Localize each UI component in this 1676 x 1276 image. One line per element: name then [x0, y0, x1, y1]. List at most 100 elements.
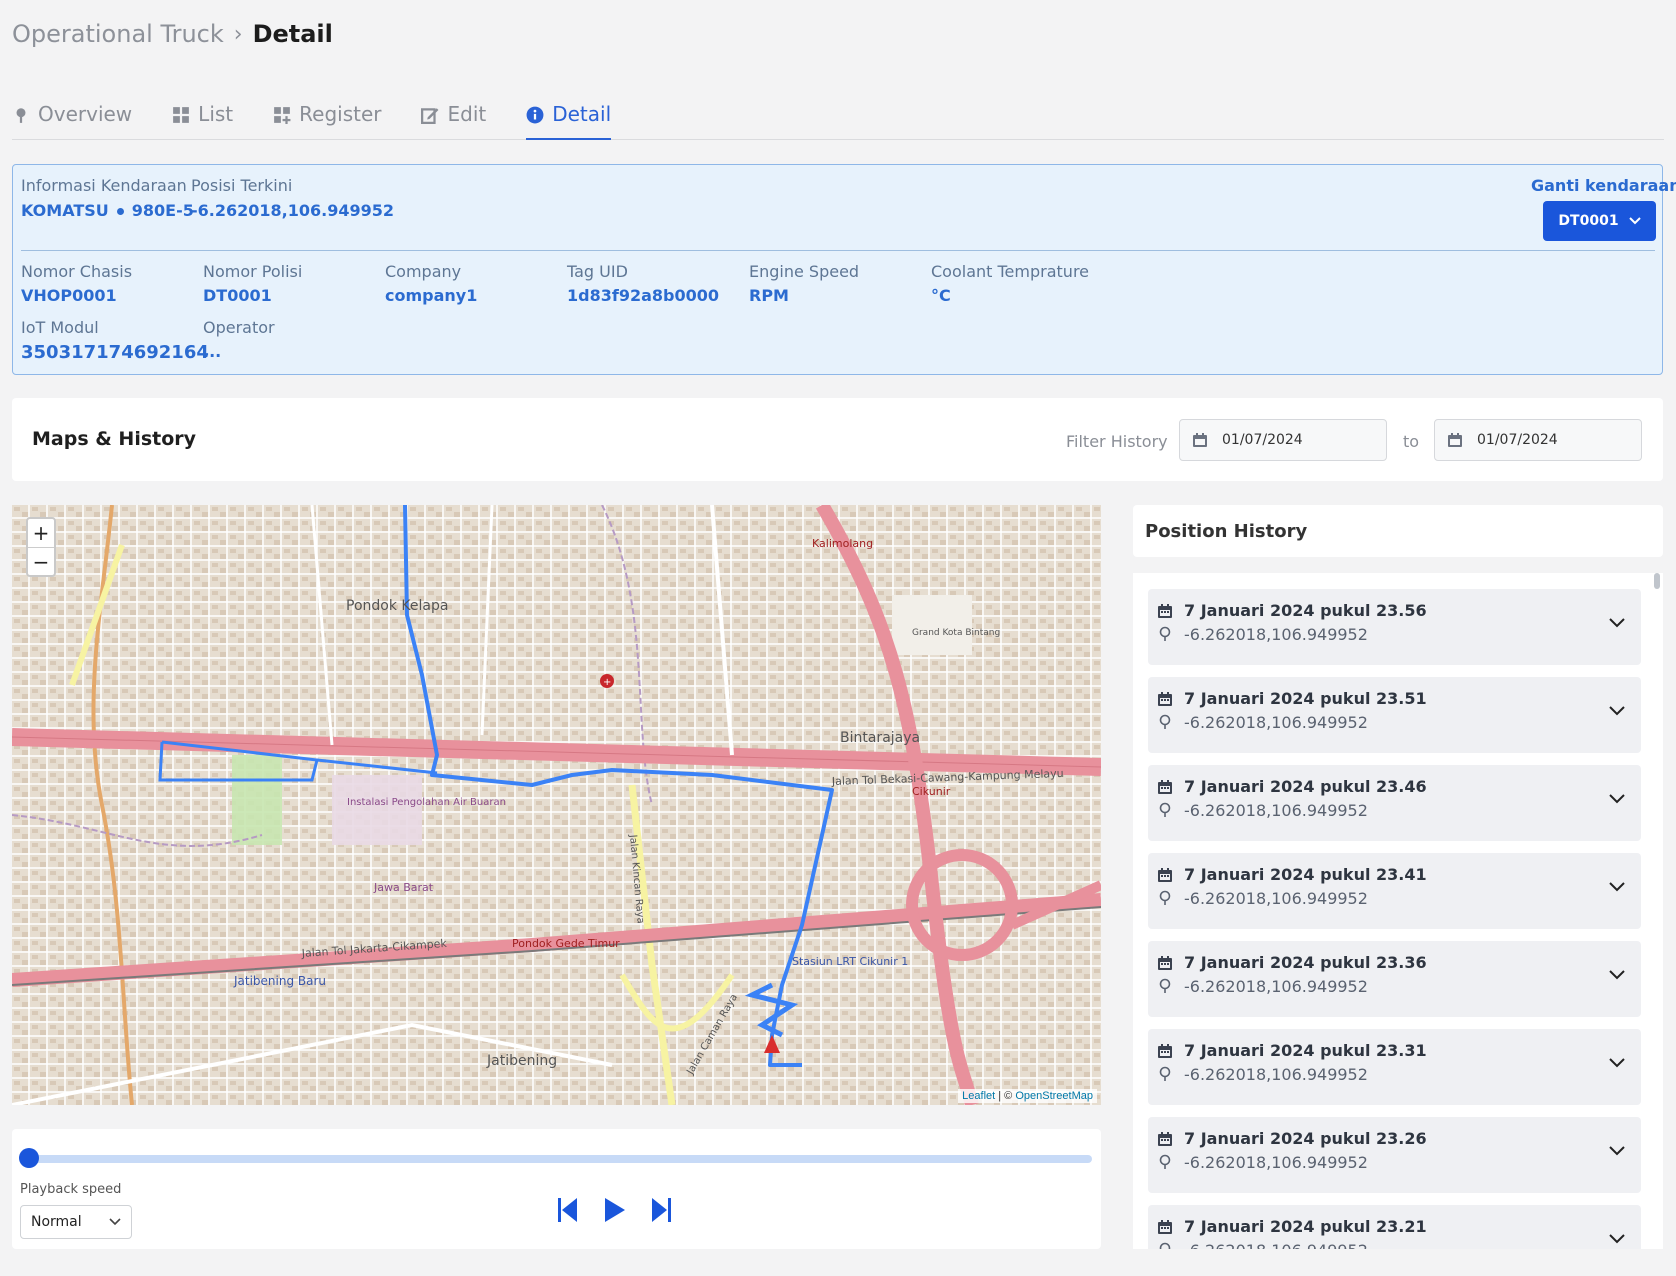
chevron-down-icon[interactable] [1608, 793, 1626, 805]
map-pin-icon [1159, 890, 1171, 905]
field-value: ... [203, 342, 222, 361]
list-item[interactable]: 7 Januari 2024 pukul 23.36 -6.262018,106.… [1148, 941, 1641, 1017]
chevron-down-icon[interactable] [1608, 1057, 1626, 1069]
skip-back-icon[interactable] [557, 1197, 579, 1223]
chevron-down-icon[interactable] [1608, 969, 1626, 981]
date-from-value: 01/07/2024 [1222, 432, 1303, 448]
playback-panel: Playback speed Normal [12, 1129, 1101, 1249]
field-label: Engine Speed [749, 262, 860, 281]
chevron-down-icon[interactable] [1608, 881, 1626, 893]
history-coordinate: -6.262018,106.949952 [1184, 1153, 1368, 1172]
vehicle-select-dropdown[interactable]: DT0001 [1543, 201, 1656, 241]
list-item[interactable]: 7 Januari 2024 pukul 23.51 -6.262018,106.… [1148, 677, 1641, 753]
field-label: Company [385, 262, 462, 281]
field-label: IoT Modul [21, 318, 99, 337]
maps-history-title: Maps & History [32, 428, 197, 450]
vehicle-info-card: Informasi Kendaraan KOMATSU 980E-5 Posisi… [12, 164, 1676, 375]
page-title: Detail [252, 20, 333, 48]
field-value: VHOP0001 [21, 286, 117, 305]
list-item[interactable]: 7 Januari 2024 pukul 23.31 -6.262018,106.… [1148, 1029, 1641, 1105]
breadcrumb-separator: › [233, 21, 243, 47]
map-view[interactable]: + Pondok Kelapa Bintarajaya Jatibening J… [12, 505, 1101, 1105]
tab-label: Overview [38, 102, 133, 126]
playback-speed-select[interactable]: Normal [20, 1205, 132, 1239]
playback-slider-handle[interactable] [19, 1148, 39, 1168]
filter-history-label: Filter History [1066, 432, 1168, 451]
calendar-icon [1158, 1044, 1172, 1058]
field-value: company1 [385, 286, 478, 305]
map-label: Cikunir [912, 785, 951, 798]
map-label: Jatibening Baru [233, 974, 326, 988]
map-label: Grand Kota Bintang [912, 628, 1000, 638]
list-item[interactable]: 7 Januari 2024 pukul 23.56 -6.262018,106.… [1148, 589, 1641, 665]
list-item[interactable]: 7 Januari 2024 pukul 23.41 -6.262018,106.… [1148, 853, 1641, 929]
field-value: RPM [749, 286, 789, 305]
map-label: Jawa Barat [373, 881, 434, 894]
map-label: Jalan Caman Raya [685, 992, 740, 1077]
vehicle-brand-model: KOMATSU 980E-5 [21, 201, 194, 220]
playback-slider-track[interactable] [30, 1155, 1092, 1163]
map-label: Stasiun LRT Cikunir 1 [792, 955, 908, 968]
map-pin-icon [1159, 1242, 1171, 1249]
position-history-list: 7 Januari 2024 pukul 23.56 -6.262018,106.… [1133, 573, 1663, 1249]
divider [21, 250, 1655, 251]
vehicle-brand: KOMATSU [21, 201, 109, 220]
list-item[interactable]: 7 Januari 2024 pukul 23.46 -6.262018,106.… [1148, 765, 1641, 841]
tab-label: Edit [447, 102, 487, 126]
list-item[interactable]: 7 Januari 2024 pukul 23.21 -6.262018,106.… [1148, 1205, 1641, 1249]
chevron-down-icon[interactable] [1608, 1233, 1626, 1245]
date-from-input[interactable]: 01/07/2024 [1179, 419, 1387, 461]
chevron-down-icon[interactable] [1608, 617, 1626, 629]
vehicle-model: 980E-5 [131, 201, 194, 220]
scrollbar[interactable] [1654, 573, 1660, 589]
play-icon[interactable] [603, 1197, 627, 1223]
osm-link[interactable]: OpenStreetMap [1015, 1090, 1093, 1102]
history-date: 7 Januari 2024 pukul 23.36 [1184, 953, 1427, 972]
calendar-icon [1158, 868, 1172, 882]
map-attribution: Leaflet | © OpenStreetMap [958, 1089, 1097, 1103]
leaflet-link[interactable]: Leaflet [962, 1090, 995, 1102]
tab-register[interactable]: Register [273, 100, 381, 140]
tab-label: Register [299, 102, 382, 126]
calendar-icon [1158, 1132, 1172, 1146]
history-date: 7 Januari 2024 pukul 23.26 [1184, 1129, 1427, 1148]
breadcrumb-parent[interactable]: Operational Truck [12, 20, 224, 48]
field-label: Operator [203, 318, 275, 337]
field-value: DT0001 [203, 286, 272, 305]
history-coordinate: -6.262018,106.949952 [1184, 977, 1368, 996]
calendar-icon [1158, 780, 1172, 794]
map-label: Jalan Kincan Raya [627, 833, 646, 924]
history-date: 7 Januari 2024 pukul 23.21 [1184, 1217, 1427, 1236]
tab-edit[interactable]: Edit [421, 100, 486, 140]
history-coordinate: -6.262018,106.949952 [1184, 801, 1368, 820]
position-history-title: Position History [1145, 521, 1308, 542]
posisi-terkini-value: -6.262018,106.949952 [191, 201, 394, 220]
attribution-separator: | © [995, 1090, 1016, 1102]
date-to-input[interactable]: 01/07/2024 [1434, 419, 1642, 461]
list-item[interactable]: 7 Januari 2024 pukul 23.26 -6.262018,106.… [1148, 1117, 1641, 1193]
ganti-kendaraan-label: Ganti kendaraan [1531, 176, 1676, 195]
field-label: Tag UID [567, 262, 628, 281]
tab-label: List [198, 102, 234, 126]
chevron-down-icon[interactable] [1608, 1145, 1626, 1157]
grid-plus-icon [274, 107, 291, 124]
zoom-out-button[interactable]: − [28, 547, 54, 575]
zoom-in-button[interactable]: + [28, 519, 54, 547]
chevron-down-icon [109, 1218, 121, 1226]
posisi-terkini-label: Posisi Terkini [191, 176, 293, 195]
field-value: 350317174692164 [21, 342, 209, 363]
history-coordinate: -6.262018,106.949952 [1184, 1065, 1368, 1084]
calendar-icon [1158, 1220, 1172, 1234]
history-date: 7 Januari 2024 pukul 23.56 [1184, 601, 1427, 620]
skip-forward-icon[interactable] [650, 1197, 672, 1223]
map-pin-icon [1159, 978, 1171, 993]
date-to-value: 01/07/2024 [1477, 432, 1558, 448]
tab-overview[interactable]: Overview [12, 100, 132, 140]
tab-detail[interactable]: Detail [526, 100, 612, 140]
tab-list[interactable]: List [172, 100, 233, 140]
zoom-control: + − [26, 517, 56, 577]
field-label: Coolant Temprature [931, 262, 1090, 281]
history-coordinate: -6.262018,106.949952 [1184, 713, 1368, 732]
maps-history-header: Maps & History Filter History 01/07/2024… [12, 398, 1663, 481]
chevron-down-icon[interactable] [1608, 705, 1626, 717]
